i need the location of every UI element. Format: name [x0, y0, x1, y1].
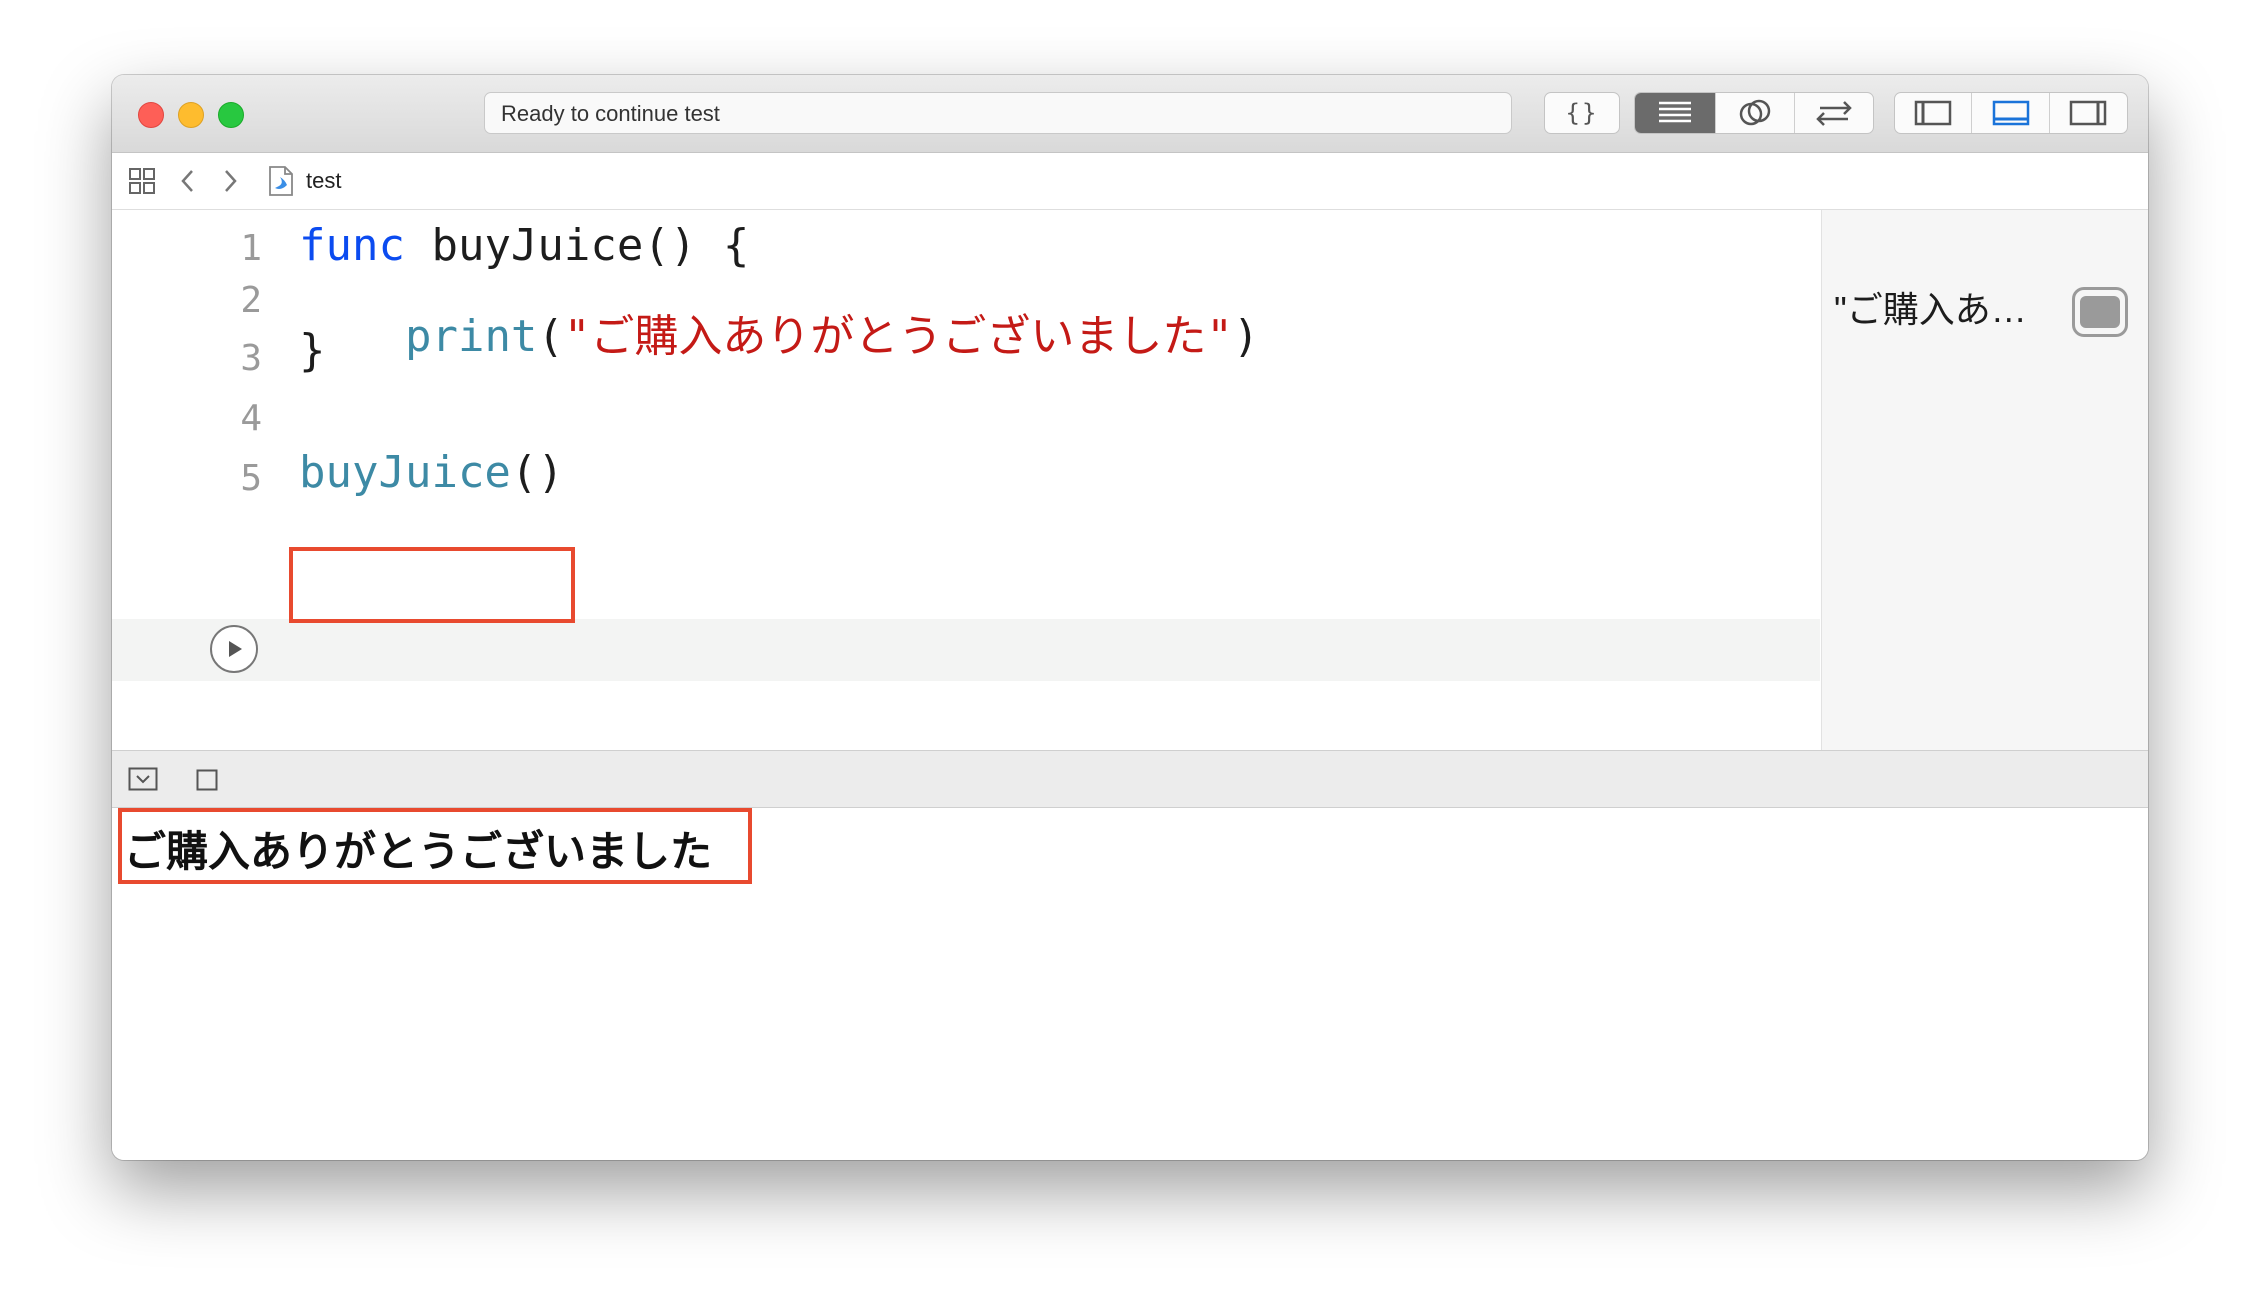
inline-result[interactable]: "ご購入あ… — [1834, 281, 2027, 333]
title-bar: Ready to continue test {} — [112, 75, 2148, 153]
highlight-box-call — [289, 547, 575, 623]
minimize-window-button[interactable] — [178, 102, 204, 128]
code-line-1: func buyJuice() { — [299, 220, 749, 271]
source-editor[interactable]: 1 2 3 4 5 func buyJuice() { print("ご購入あり… — [112, 210, 1820, 750]
collapse-icon — [128, 767, 158, 791]
debug-bar — [112, 750, 2148, 808]
breadcrumb-file[interactable]: test — [268, 153, 341, 209]
lines-icon — [1659, 101, 1692, 123]
editor-mode-segment — [1634, 92, 1874, 134]
inspector-toggle-button[interactable] — [2050, 93, 2127, 133]
jump-bar: test — [112, 153, 2148, 210]
right-panel-icon — [2070, 100, 2107, 126]
line-number-4: 4 — [240, 398, 262, 439]
line-number-2: 2 — [240, 280, 262, 321]
hide-debug-area-button[interactable] — [128, 767, 158, 796]
clear-console-button[interactable] — [196, 769, 218, 796]
back-button[interactable] — [178, 153, 198, 209]
swap-arrows-icon — [1816, 101, 1852, 126]
print-call: print — [404, 311, 538, 362]
square-icon — [196, 769, 218, 791]
assistant-editor-button[interactable] — [1716, 93, 1795, 133]
braces-icon: {} — [1565, 99, 1599, 127]
overlapping-circles-icon — [1739, 99, 1771, 126]
current-line-highlight — [112, 619, 1820, 681]
navigator-toggle-button[interactable] — [1895, 93, 1973, 133]
line-number-1: 1 — [240, 228, 262, 269]
close-window-button[interactable] — [138, 102, 164, 128]
file-name-label: test — [306, 168, 342, 193]
library-segment: {} — [1544, 92, 1620, 134]
open-paren: ( — [537, 311, 564, 362]
version-editor-button[interactable] — [1795, 93, 1873, 133]
keyword-func: func — [299, 220, 405, 271]
function-declaration: buyJuice() { — [404, 220, 750, 271]
playground-window: Ready to continue test {} test 1 2 3 4 5… — [112, 75, 2148, 1160]
code-snippet-library-button[interactable]: {} — [1545, 93, 1619, 133]
play-icon — [229, 641, 242, 657]
related-items-button[interactable] — [128, 153, 156, 209]
call-parens: () — [510, 447, 564, 498]
code-line-5: buyJuice() — [299, 447, 564, 498]
debug-area-toggle-button[interactable] — [1972, 93, 2050, 133]
bottom-panel-icon — [1992, 100, 2029, 126]
highlight-box-output — [118, 808, 752, 884]
string-literal: "ご購入ありがとうございました" — [563, 311, 1233, 362]
activity-status-field: Ready to continue test — [484, 92, 1512, 134]
console-output-area[interactable]: ご購入ありがとうございました — [112, 808, 2148, 1160]
close-paren: ) — [1232, 311, 1260, 362]
line-number-5: 5 — [240, 458, 262, 499]
left-panel-icon — [1914, 100, 1952, 126]
run-button[interactable] — [210, 625, 258, 673]
chevron-right-icon — [225, 170, 237, 192]
chevron-left-icon — [181, 170, 193, 192]
line-number-3: 3 — [240, 338, 262, 379]
code-line-3: } — [299, 325, 326, 376]
forward-button[interactable] — [220, 153, 240, 209]
panel-toggle-segment — [1894, 92, 2128, 134]
grid-icon — [129, 168, 155, 194]
zoom-window-button[interactable] — [218, 102, 244, 128]
result-toggle-icon — [2080, 296, 2120, 328]
swift-file-icon — [269, 166, 293, 196]
show-result-button[interactable] — [2072, 287, 2128, 337]
results-sidebar: "ご購入あ… — [1821, 210, 2148, 750]
function-call: buyJuice — [299, 447, 511, 498]
code-line-2: print("ご購入ありがとうございました") — [299, 300, 1259, 364]
standard-editor-button[interactable] — [1635, 93, 1717, 133]
